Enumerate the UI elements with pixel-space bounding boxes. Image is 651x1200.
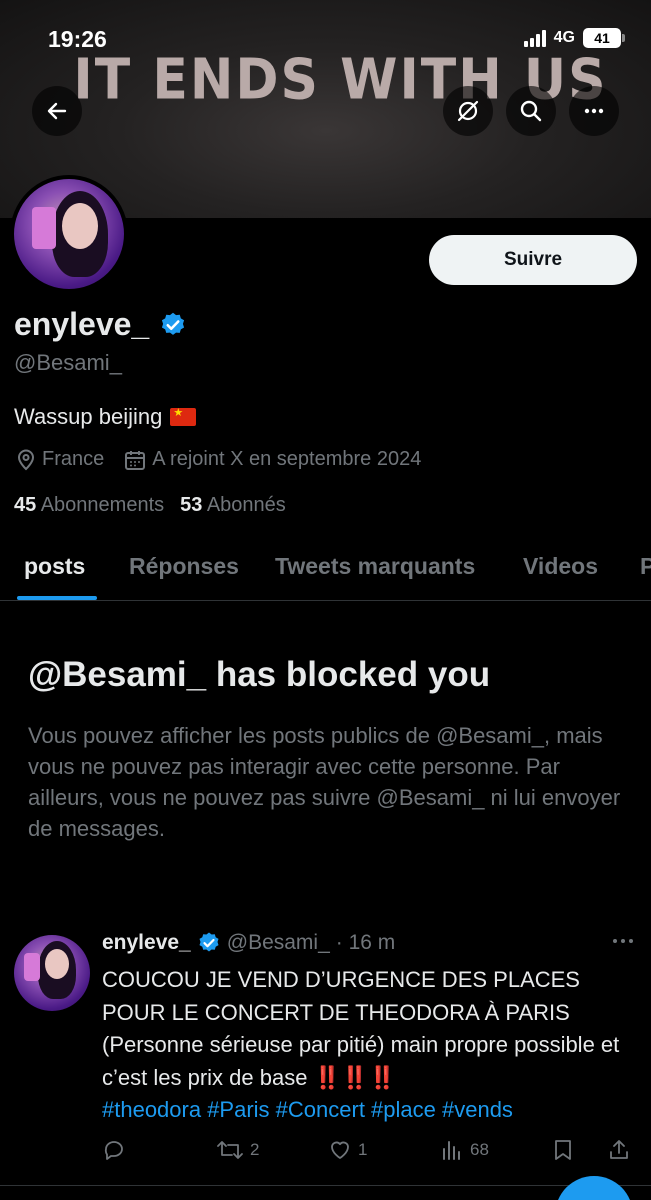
bookmark-icon [555,1140,571,1160]
more-horizontal-icon [613,939,633,943]
tweet-actions: 2 1 68 [102,1138,632,1166]
share-button[interactable] [608,1138,630,1162]
signal-icon [523,29,546,47]
share-icon [610,1140,628,1159]
back-button[interactable] [32,86,82,136]
display-name: enyleve_ [14,306,150,342]
views-icon [443,1141,460,1160]
follow-button[interactable]: Suivre [429,235,637,285]
profile-bio: Wassup beijing [14,404,197,430]
battery-icon: 41 [583,28,625,48]
reply-button[interactable] [102,1138,132,1162]
following-link[interactable]: 45 Abonnements [14,494,164,517]
following-count: 45 [14,494,37,516]
tweet-author-name[interactable]: enyleve_ [102,931,191,955]
views-count: 68 [470,1140,489,1159]
tweet-more-button[interactable] [611,934,635,952]
divider [0,1185,651,1186]
profile-handle: @Besami_ [14,350,122,375]
compose-button[interactable] [555,1176,633,1200]
profile-name-row: enyleve_ [14,306,187,343]
heart-icon [331,1141,349,1159]
like-button[interactable]: 1 [328,1138,367,1162]
search-icon [520,100,542,122]
profile-avatar[interactable] [10,175,128,293]
active-tab-indicator [17,596,97,600]
bookmark-button[interactable] [552,1138,574,1162]
blocked-message: Vous pouvez afficher les posts publics d… [28,723,621,841]
tab-videos[interactable]: Videos [523,553,598,580]
verified-badge-icon [199,932,219,952]
status-time: 19:26 [48,26,107,52]
retweet-count: 2 [250,1140,260,1159]
like-count: 1 [358,1140,368,1159]
calendar-icon [125,450,146,470]
grok-button[interactable] [443,86,493,136]
profile-location: France [42,448,105,470]
blocked-title: @Besami_ has blocked you [28,655,491,694]
retweet-button[interactable]: 2 [216,1138,259,1162]
search-button[interactable] [506,86,556,136]
tab-highlights[interactable]: Tweets marquants [275,553,475,580]
reply-icon [104,1141,123,1160]
views-button[interactable]: 68 [440,1138,489,1162]
more-horizontal-icon [584,108,604,114]
status-indicators: 4G 41 [523,28,625,48]
follow-counts: 45 Abonnements 53 Abonnés [14,494,286,517]
more-button[interactable] [569,86,619,136]
grok-icon [457,100,479,122]
profile-meta: France A rejoint X en septembre 2024 [16,448,421,471]
network-type: 4G [553,29,575,46]
retweet-icon [217,1141,243,1159]
double-exclamation-emoji: ‼️ ‼️ ‼️ [313,1064,396,1090]
tweet-header: enyleve_ @Besami_ · 16 m [102,931,395,955]
tweet-author-handle[interactable]: @Besami_ [227,931,330,955]
followers-count: 53 [180,494,203,516]
verified-badge-icon[interactable] [159,311,187,339]
bio-text: Wassup beijing [14,404,163,429]
arrow-left-icon [47,102,67,120]
profile-joined: A rejoint X en septembre 2024 [152,448,422,470]
tweet-hashtags[interactable]: #theodora #Paris #Concert #place #vends [102,1097,513,1122]
tweet-avatar[interactable] [14,935,90,1011]
followers-link[interactable]: 53 Abonnés [180,494,286,517]
profile-tabs: posts Réponses Tweets marquants Videos P [0,545,651,601]
tab-replies[interactable]: Réponses [129,553,239,580]
tab-overflow[interactable]: P [640,553,651,580]
following-label: Abonnements [40,494,165,516]
tweet-time: · 16 m [335,931,396,954]
followers-label: Abonnés [206,494,286,516]
tweet-body: COUCOU JE VEND D’URGENCE DES PLACES POUR… [102,964,642,1127]
location-icon [17,449,35,470]
tab-posts[interactable]: posts [24,553,85,580]
china-flag-icon [170,406,197,426]
